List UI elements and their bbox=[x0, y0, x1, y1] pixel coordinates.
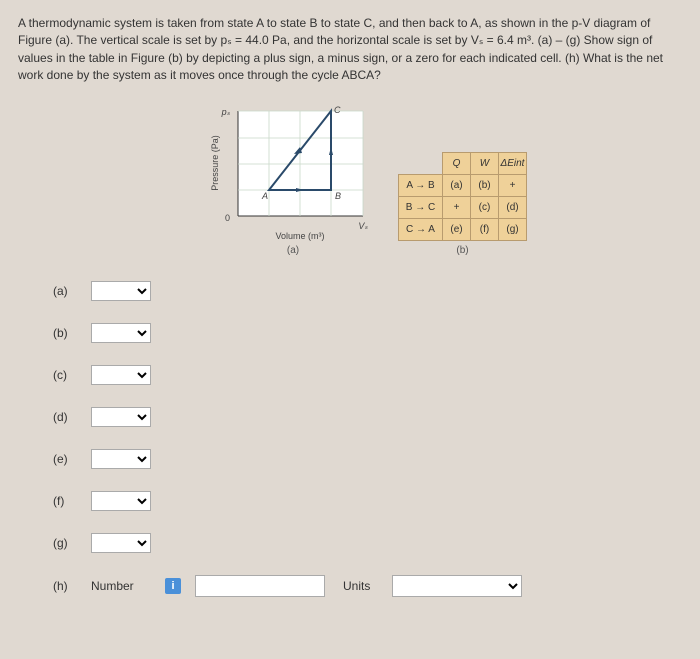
answer-label-d: (d) bbox=[53, 410, 77, 424]
table-row: C → A (e) (f) (g) bbox=[399, 218, 527, 240]
svg-text:0: 0 bbox=[225, 213, 230, 223]
svg-text:Volume (m³): Volume (m³) bbox=[275, 231, 324, 241]
answer-select-c[interactable] bbox=[91, 365, 151, 385]
problem-statement: A thermodynamic system is taken from sta… bbox=[18, 15, 682, 85]
svg-text:B: B bbox=[335, 191, 341, 201]
svg-text:A: A bbox=[261, 191, 268, 201]
answer-select-g[interactable] bbox=[91, 533, 151, 553]
number-label: Number bbox=[91, 579, 151, 593]
answer-select-f[interactable] bbox=[91, 491, 151, 511]
answer-label-g: (g) bbox=[53, 536, 77, 550]
answer-select-a[interactable] bbox=[91, 281, 151, 301]
figures-container: A B C pₛ 0 Vₛ Pressure (Pa) Volume (m³) … bbox=[208, 103, 682, 256]
svg-text:C: C bbox=[334, 105, 341, 115]
svg-text:Vₛ: Vₛ bbox=[358, 221, 368, 231]
units-label: Units bbox=[343, 579, 370, 593]
answer-label-b: (b) bbox=[53, 326, 77, 340]
col-Q: Q bbox=[443, 152, 471, 174]
sign-table: Q W ΔEint A → B (a) (b) + B → C + (c) (d… bbox=[398, 152, 527, 241]
table-row: B → C + (c) (d) bbox=[399, 196, 527, 218]
answers-section: (a) (b) (c) (d) (e) (f) (g) (h) Number i… bbox=[53, 281, 682, 597]
svg-text:Pressure (Pa): Pressure (Pa) bbox=[210, 135, 220, 191]
pv-diagram: A B C pₛ 0 Vₛ Pressure (Pa) Volume (m³) bbox=[208, 103, 378, 243]
col-W: W bbox=[471, 152, 499, 174]
answer-label-h: (h) bbox=[53, 579, 77, 593]
figure-a-label: (a) bbox=[287, 245, 299, 256]
answer-select-b[interactable] bbox=[91, 323, 151, 343]
units-select-h[interactable] bbox=[392, 575, 522, 597]
col-dE: ΔEint bbox=[499, 152, 527, 174]
answer-label-e: (e) bbox=[53, 452, 77, 466]
info-icon[interactable]: i bbox=[165, 578, 181, 594]
number-input-h[interactable] bbox=[195, 575, 325, 597]
answer-select-d[interactable] bbox=[91, 407, 151, 427]
figure-b-label: (b) bbox=[456, 245, 468, 256]
answer-label-f: (f) bbox=[53, 494, 77, 508]
figure-b: Q W ΔEint A → B (a) (b) + B → C + (c) (d… bbox=[398, 152, 527, 256]
answer-label-a: (a) bbox=[53, 284, 77, 298]
answer-select-e[interactable] bbox=[91, 449, 151, 469]
svg-text:pₛ: pₛ bbox=[221, 107, 231, 117]
answer-label-c: (c) bbox=[53, 368, 77, 382]
table-row: A → B (a) (b) + bbox=[399, 174, 527, 196]
figure-a: A B C pₛ 0 Vₛ Pressure (Pa) Volume (m³) … bbox=[208, 103, 378, 256]
